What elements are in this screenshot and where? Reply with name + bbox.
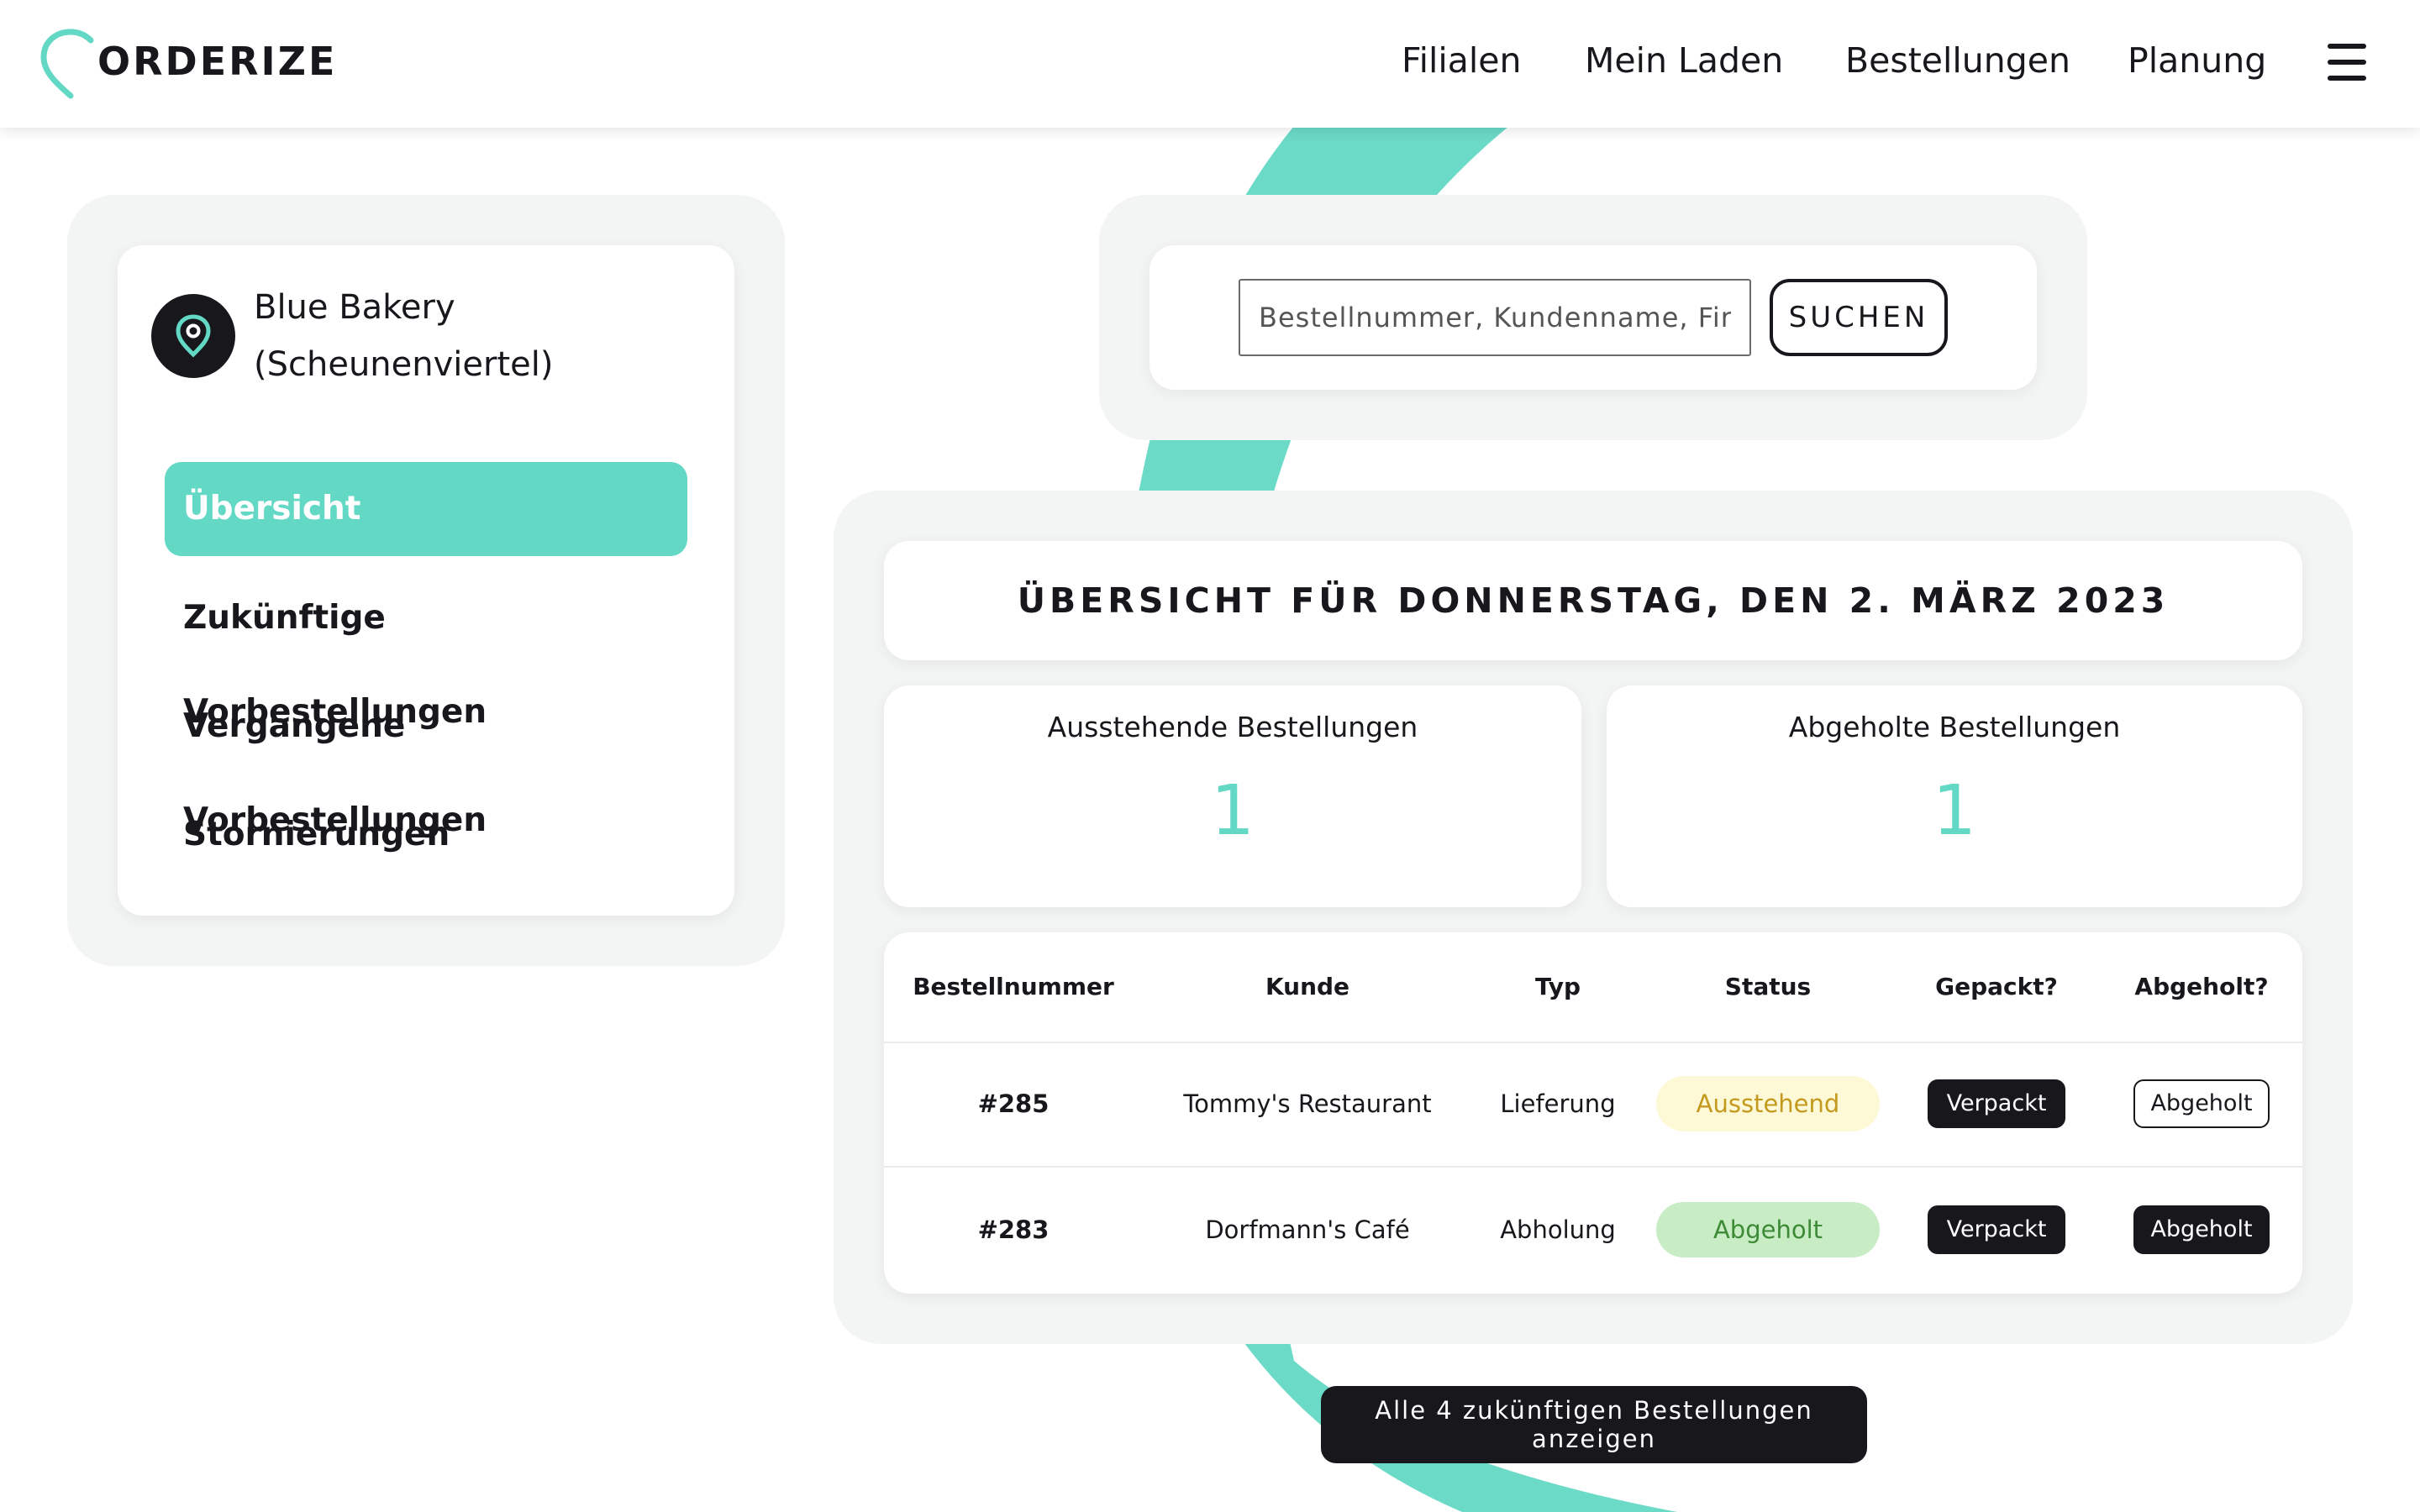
stat-value-picked-up: 1: [1932, 771, 1977, 851]
row-divider: [884, 1166, 2302, 1168]
overview-title: ÜBERSICHT FÜR DONNERSTAG, DEN 2. MÄRZ 20…: [1017, 580, 2170, 621]
store-name-line1: Blue Bakery: [254, 288, 455, 327]
nav-item-bestellungen[interactable]: Bestellungen: [1845, 40, 2070, 81]
row-divider: [884, 1042, 2302, 1043]
picked-up-toggle-button[interactable]: Abgeholt: [2133, 1079, 2270, 1128]
order-customer: Tommy's Restaurant: [1183, 1089, 1432, 1118]
overview-title-card: ÜBERSICHT FÜR DONNERSTAG, DEN 2. MÄRZ 20…: [884, 541, 2302, 660]
orderize-logo[interactable]: ORDERIZE: [40, 29, 334, 99]
packed-toggle-button[interactable]: Verpackt: [1928, 1205, 2065, 1254]
packed-toggle-button[interactable]: Verpackt: [1928, 1079, 2065, 1128]
sidebar-card: Blue Bakery (Scheunenviertel) Übersicht …: [118, 245, 734, 916]
sidebar-item-stornierungen[interactable]: Stornierungen: [165, 788, 687, 882]
column-header-bestellnummer: Bestellnummer: [913, 973, 1114, 1000]
show-future-orders-button[interactable]: Alle 4 zukünftigen Bestellungen anzeigen: [1321, 1386, 1867, 1463]
status-badge: Abgeholt: [1656, 1202, 1880, 1257]
nav-item-filialen[interactable]: Filialen: [1402, 40, 1522, 81]
order-type: Lieferung: [1500, 1089, 1616, 1118]
column-header-abgeholt: Abgeholt?: [2134, 973, 2269, 1000]
search-input[interactable]: [1239, 279, 1751, 356]
order-customer: Dorfmann's Café: [1205, 1215, 1410, 1244]
top-navigation-bar: ORDERIZE Filialen Mein Laden Bestellunge…: [0, 0, 2420, 128]
picked-up-toggle-button[interactable]: Abgeholt: [2133, 1205, 2270, 1254]
stat-card-pending: Ausstehende Bestellungen 1: [884, 685, 1581, 907]
status-badge: Ausstehend: [1656, 1076, 1880, 1131]
column-header-kunde: Kunde: [1265, 973, 1350, 1000]
nav-item-mein-laden[interactable]: Mein Laden: [1585, 40, 1783, 81]
order-type: Abholung: [1500, 1215, 1616, 1244]
hamburger-menu-icon[interactable]: [2328, 44, 2366, 81]
sidebar-item-uebersicht[interactable]: Übersicht: [165, 462, 687, 556]
orders-table: Bestellnummer Kunde Typ Status Gepackt? …: [884, 932, 2302, 1294]
search-card: SUCHEN: [1150, 245, 2037, 390]
stat-value-pending: 1: [1210, 771, 1255, 851]
order-number[interactable]: #283: [978, 1215, 1050, 1244]
stat-label-picked-up: Abgeholte Bestellungen: [1788, 711, 2121, 743]
nav-item-planung[interactable]: Planung: [2128, 40, 2266, 81]
order-number[interactable]: #285: [978, 1089, 1050, 1118]
sidebar-item-vergangene-vorbestellungen[interactable]: Vergangene Vorbestellungen: [165, 680, 687, 839]
column-header-status: Status: [1724, 973, 1812, 1000]
column-header-typ: Typ: [1534, 973, 1581, 1000]
store-name: Blue Bakery (Scheunenviertel): [254, 279, 691, 393]
brand-name: ORDERIZE: [97, 39, 338, 84]
search-button[interactable]: SUCHEN: [1770, 279, 1948, 356]
logo-pin-icon: [40, 29, 101, 99]
store-name-line2: (Scheunenviertel): [254, 345, 554, 384]
stat-label-pending: Ausstehende Bestellungen: [1047, 711, 1418, 743]
stat-card-picked-up: Abgeholte Bestellungen 1: [1607, 685, 2302, 907]
sidebar-item-zukuenftige-vorbestellungen[interactable]: Zukünftige Vorbestellungen: [165, 571, 687, 731]
column-header-gepackt: Gepackt?: [1935, 973, 2058, 1000]
location-pin-icon: [151, 294, 235, 378]
